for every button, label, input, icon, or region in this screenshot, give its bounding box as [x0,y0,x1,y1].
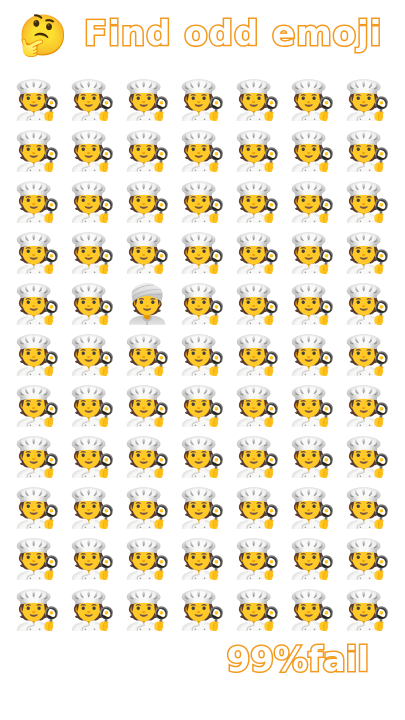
emoji-cell[interactable]: 🧑‍🍳 [285,228,340,279]
emoji-cell[interactable]: 🧑‍🍳 [120,432,175,483]
emoji-cell[interactable]: 🧑‍🍳 [340,75,395,126]
emoji-cell[interactable]: 🧑‍🍳 [285,585,340,636]
emoji-cell[interactable]: 🧑‍🍳 [340,585,395,636]
emoji-cell[interactable]: 🧑‍🍳 [230,126,285,177]
emoji-cell[interactable]: 🧑‍🍳 [285,279,340,330]
emoji-cell[interactable]: 🧑‍🍳 [285,330,340,381]
emoji-cell[interactable]: 🧑‍🍳 [340,228,395,279]
emoji-cell[interactable]: 🧑‍🍳 [175,177,230,228]
emoji-cell[interactable]: 🧑‍🍳 [230,483,285,534]
emoji-cell[interactable]: 🧑‍🍳 [10,330,65,381]
emoji-grid: 🧑‍🍳 🧑‍🍳 🧑‍🍳 🧑‍🍳 🧑‍🍳 🧑‍🍳 🧑‍🍳 🧑‍🍳 🧑‍🍳 🧑‍🍳 🧑‍🍳 🧑‍🍳 🧑‍🍳 🧑… [10,75,395,635]
emoji-cell[interactable]: 🧑‍🍳 [120,585,175,636]
emoji-cell[interactable]: 🧑‍🍳 [285,483,340,534]
emoji-cell[interactable]: 🧑‍🍳 [230,585,285,636]
emoji-cell[interactable]: 🧑‍🍳 [65,228,120,279]
emoji-cell[interactable]: 🧑‍🍳 [65,483,120,534]
emoji-cell[interactable]: 🧑‍🍳 [340,330,395,381]
emoji-cell[interactable]: 🧑‍🍳 [175,585,230,636]
emoji-cell[interactable]: 🧑‍🍳 [10,126,65,177]
emoji-cell[interactable]: 🧑‍🍳 [175,75,230,126]
emoji-cell[interactable]: 🧑‍🍳 [10,432,65,483]
emoji-cell[interactable]: 🧑‍🍳 [10,483,65,534]
emoji-cell[interactable]: 🧑‍🍳 [285,75,340,126]
emoji-cell[interactable]: 🧑‍🍳 [230,279,285,330]
emoji-cell[interactable]: 🧑‍🍳 [10,75,65,126]
emoji-cell[interactable]: 🧑‍🍳 [230,75,285,126]
emoji-cell[interactable]: 🧑‍🍳 [175,330,230,381]
emoji-cell[interactable]: 🧑‍🍳 [175,279,230,330]
emoji-cell[interactable]: 🧑‍🍳 [10,381,65,432]
emoji-cell[interactable]: 🧑‍🍳 [120,330,175,381]
emoji-cell[interactable]: 🧑‍🍳 [65,381,120,432]
emoji-cell[interactable]: 🧑‍🍳 [120,228,175,279]
emoji-cell[interactable]: 🧑‍🍳 [230,330,285,381]
emoji-cell[interactable]: 🧑‍🍳 [65,534,120,585]
emoji-cell[interactable]: 🧑‍🍳 [340,177,395,228]
emoji-cell[interactable]: 🧑‍🍳 [120,483,175,534]
emoji-cell[interactable]: 🧑‍🍳 [175,228,230,279]
page-title: Find odd emoji [82,13,383,56]
emoji-cell[interactable]: 🧑‍🍳 [230,381,285,432]
emoji-cell[interactable]: 🧑‍🍳 [120,381,175,432]
emoji-cell[interactable]: 🧑‍🍳 [120,126,175,177]
emoji-cell[interactable]: 🧑‍🍳 [340,126,395,177]
emoji-cell[interactable]: 🧑‍🍳 [10,534,65,585]
emoji-cell[interactable]: 🧑‍🍳 [10,585,65,636]
emoji-cell[interactable]: 🧑‍🍳 [175,483,230,534]
emoji-cell[interactable]: 🧑‍🍳 [285,126,340,177]
emoji-cell[interactable]: 🧑‍🍳 [65,126,120,177]
emoji-cell[interactable]: 🧑‍🍳 [65,177,120,228]
emoji-cell[interactable]: 🧑‍🍳 [65,279,120,330]
emoji-cell[interactable]: 🧑‍🍳 [340,483,395,534]
emoji-cell[interactable]: 🧑‍🍳 [175,126,230,177]
emoji-cell[interactable]: 🧑‍🍳 [65,330,120,381]
emoji-cell[interactable]: 🧑‍🍳 [10,177,65,228]
emoji-cell[interactable]: 🧑‍🍳 [120,534,175,585]
emoji-cell[interactable]: 🧑‍🍳 [65,585,120,636]
thinking-face-icon: 🤔 [18,13,68,59]
emoji-cell[interactable]: 🧑‍🍳 [285,432,340,483]
emoji-cell[interactable]: 🧑‍🍳 [285,381,340,432]
emoji-cell[interactable]: 🧑‍🍳 [230,534,285,585]
emoji-cell[interactable]: 🧑‍🍳 [285,534,340,585]
emoji-cell[interactable]: 🧑‍🍳 [340,432,395,483]
challenge-caption: 99%fail [225,639,370,682]
emoji-cell[interactable]: 🧑‍🍳 [10,279,65,330]
emoji-cell[interactable]: 🧑‍🍳 [65,75,120,126]
emoji-cell[interactable]: 🧑‍🍳 [340,534,395,585]
emoji-cell[interactable]: 🧑‍🍳 [175,381,230,432]
emoji-cell[interactable]: 🧑‍🍳 [120,75,175,126]
emoji-cell[interactable]: 🧑‍🍳 [230,177,285,228]
emoji-cell[interactable]: 🧑‍🍳 [65,432,120,483]
header: 🤔 Find odd emoji [0,0,405,70]
emoji-cell[interactable]: 🧑‍🍳 [120,177,175,228]
emoji-cell[interactable]: 🧑‍🍳 [175,432,230,483]
emoji-cell[interactable]: 🧑‍🍳 [340,381,395,432]
odd-emoji-cell[interactable]: 👳 [120,279,175,330]
emoji-cell[interactable]: 🧑‍🍳 [340,279,395,330]
emoji-cell[interactable]: 🧑‍🍳 [175,534,230,585]
emoji-cell[interactable]: 🧑‍🍳 [10,228,65,279]
emoji-cell[interactable]: 🧑‍🍳 [230,432,285,483]
emoji-cell[interactable]: 🧑‍🍳 [230,228,285,279]
emoji-cell[interactable]: 🧑‍🍳 [285,177,340,228]
